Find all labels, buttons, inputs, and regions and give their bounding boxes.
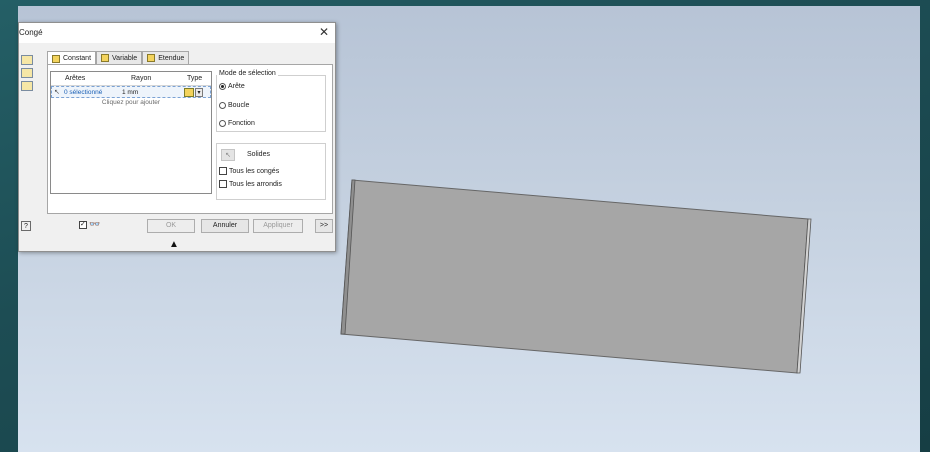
radio-edge[interactable]: Arête xyxy=(219,83,245,90)
all-rounds-checkbox[interactable] xyxy=(219,180,227,188)
fillet-type-icon xyxy=(184,87,194,97)
radio-feature-label: Fonction xyxy=(228,120,255,127)
all-rounds-label: Tous les arrondis xyxy=(229,180,282,188)
tab-variable-label: Variable xyxy=(112,54,138,62)
close-icon[interactable]: ✕ xyxy=(319,25,329,39)
cancel-button[interactable]: Annuler xyxy=(201,219,249,233)
add-row-placeholder[interactable]: Cliquez pour ajouter xyxy=(51,99,211,106)
radio-loop[interactable]: Boucle xyxy=(219,102,249,109)
tab-setback-label: Etendue xyxy=(158,54,185,62)
tab-constant[interactable]: Constant xyxy=(47,51,97,65)
edge-set-list[interactable]: Arêtes Rayon Type ↖ 0 sélectionné 1 mm ▾… xyxy=(50,71,212,194)
type-cell[interactable]: ▾ xyxy=(174,87,210,97)
header-radius: Rayon xyxy=(131,75,152,82)
radius-cell[interactable]: 1 mm xyxy=(114,89,174,96)
edges-cell[interactable]: 0 sélectionné xyxy=(64,89,114,96)
header-edges: Arêtes xyxy=(65,75,86,82)
help-icon[interactable]: ? xyxy=(21,221,31,231)
ok-button[interactable]: OK xyxy=(147,219,195,233)
select-cursor-icon: ↖ xyxy=(54,89,60,96)
solids-label: Solides xyxy=(247,151,270,158)
preview-toggle[interactable]: 👓 xyxy=(79,219,100,230)
selection-mode-title: Mode de sélection xyxy=(217,70,278,77)
variable-fillet-icon xyxy=(101,54,110,62)
tab-constant-label: Constant xyxy=(63,55,92,62)
fillet-tabs: Constant Variable Etendue xyxy=(47,51,190,65)
radio-feature[interactable]: Fonction xyxy=(219,120,255,127)
radio-edge-button[interactable] xyxy=(219,83,226,90)
table-row[interactable]: ↖ 0 sélectionné 1 mm ▾ xyxy=(51,86,211,98)
list-header: Arêtes Rayon Type xyxy=(51,72,211,86)
edge-fillet-icon[interactable] xyxy=(21,55,33,65)
fillet-dialog[interactable]: Congé ✕ Constant Variable Etendue Arêtes… xyxy=(18,22,336,252)
all-fillets-checkbox[interactable] xyxy=(219,167,227,175)
all-fillets-label: Tous les congés xyxy=(229,167,280,175)
all-rounds-option[interactable]: Tous les arrondis xyxy=(219,180,282,188)
fillet-type-sidebar xyxy=(21,55,35,94)
more-options-button[interactable]: >> xyxy=(315,219,333,233)
face-fillet-icon[interactable] xyxy=(21,68,33,78)
solids-select-icon[interactable]: ↖ xyxy=(221,149,235,161)
radio-edge-label: Arête xyxy=(228,83,245,90)
radio-feature-button[interactable] xyxy=(219,120,226,127)
chevron-down-icon[interactable]: ▾ xyxy=(195,87,203,97)
radio-loop-button[interactable] xyxy=(219,102,226,109)
dialog-title: Congé xyxy=(19,28,43,37)
constant-tab-panel: Arêtes Rayon Type ↖ 0 sélectionné 1 mm ▾… xyxy=(47,64,333,214)
tab-setback[interactable]: Etendue xyxy=(142,51,190,64)
radio-loop-label: Boucle xyxy=(228,102,250,109)
solids-group: ↖ Solides Tous les congés Tous les arron… xyxy=(216,143,326,200)
dialog-title-bar[interactable]: Congé ✕ xyxy=(19,23,335,43)
part-face xyxy=(340,179,809,374)
expand-arrow-icon: ▲ xyxy=(169,239,179,250)
constant-fillet-icon xyxy=(52,54,60,63)
header-type: Type xyxy=(187,75,203,82)
apply-button[interactable]: Appliquer xyxy=(253,219,303,233)
glasses-icon: 👓 xyxy=(89,219,101,229)
preview-checkbox[interactable] xyxy=(79,220,87,229)
full-round-fillet-icon[interactable] xyxy=(21,81,33,91)
setback-fillet-icon xyxy=(147,54,156,62)
all-fillets-option[interactable]: Tous les congés xyxy=(219,167,279,175)
tab-variable[interactable]: Variable xyxy=(96,51,143,64)
selection-mode-group: Mode de sélection Arête Boucle Fonction xyxy=(216,70,326,132)
